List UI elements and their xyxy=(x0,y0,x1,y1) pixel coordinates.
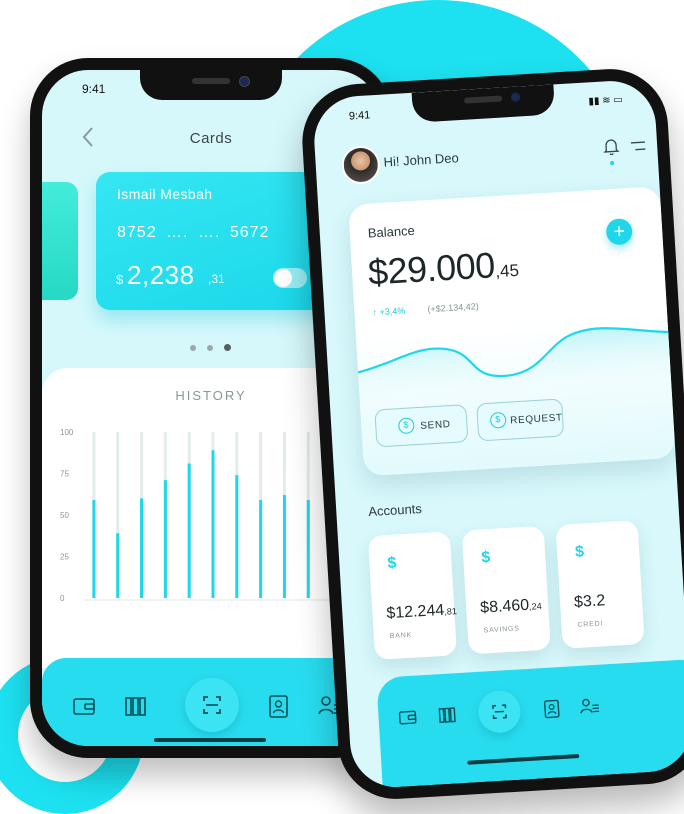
account-label: SAVINGS xyxy=(483,625,520,634)
account-amount-main: $12.244 xyxy=(386,602,445,622)
tab-bar xyxy=(376,658,684,787)
scan-icon xyxy=(477,689,521,733)
card-number: 8752 …. …. 5672 xyxy=(117,224,269,242)
history-bar[interactable] xyxy=(307,500,310,598)
account-amount-main: $3.2 xyxy=(574,592,606,611)
history-chart: 100 75 50 25 0 xyxy=(60,418,360,618)
history-bar[interactable] xyxy=(92,500,95,598)
contacts-icon[interactable] xyxy=(264,692,292,720)
send-label: SEND xyxy=(420,419,451,432)
account-amount: $12.244,81 xyxy=(386,601,457,623)
account-amount-cents: ,81 xyxy=(444,606,457,617)
history-bar[interactable] xyxy=(116,533,119,598)
dollar-icon: $ xyxy=(481,549,491,567)
books-icon[interactable] xyxy=(436,703,459,726)
wallet-icon[interactable] xyxy=(70,692,98,720)
card-amount: 2,238 xyxy=(127,260,195,291)
card-number-end: 5672 xyxy=(230,224,270,241)
home-indicator[interactable] xyxy=(154,738,266,742)
balance-change-value: (+$2.134,42) xyxy=(427,301,479,314)
wallet-icon[interactable] xyxy=(396,706,419,729)
contacts-icon[interactable] xyxy=(540,697,563,720)
card-toggle[interactable] xyxy=(273,268,307,288)
profile-list-icon[interactable] xyxy=(578,695,601,718)
dollar-icon: $ xyxy=(575,543,585,561)
home-screen: 9:41 ▮▮ ≋ ▭ Hi! John Deo Balance $29.000… xyxy=(312,78,684,789)
scan-button[interactable] xyxy=(185,678,239,732)
notification-dot xyxy=(610,161,614,165)
arrow-up-icon: ↑ xyxy=(372,307,377,317)
history-bar[interactable] xyxy=(188,464,191,598)
avatar[interactable] xyxy=(341,145,381,185)
send-button[interactable]: $ SEND xyxy=(374,404,468,447)
previous-card-peek[interactable] xyxy=(42,182,78,300)
status-icons: ▮▮ ≋ ▭ xyxy=(588,94,623,107)
balance-cents: ,45 xyxy=(495,261,520,282)
y-tick-label: 100 xyxy=(60,428,74,437)
dollar-icon: $ xyxy=(387,555,397,573)
history-bar[interactable] xyxy=(164,480,167,598)
scan-button[interactable] xyxy=(477,689,521,733)
tab-bar xyxy=(42,658,380,746)
hand-dollar-icon: $ xyxy=(490,412,507,429)
history-bar[interactable] xyxy=(140,498,143,598)
pager-dot-active[interactable] xyxy=(224,344,231,351)
y-tick-label: 0 xyxy=(60,594,65,603)
pager-dot[interactable] xyxy=(207,345,213,351)
card-holder: Ismail Mesbah xyxy=(117,186,212,202)
notch xyxy=(412,84,556,122)
credit-card[interactable]: Ismail Mesbah 8752 …. …. 5672 $ 2,238 ,3… xyxy=(96,172,328,310)
pager-dot[interactable] xyxy=(190,345,196,351)
y-tick-label: 50 xyxy=(60,511,69,520)
account-amount-main: $8.460 xyxy=(480,597,530,617)
balance-amount: $29.000 xyxy=(367,244,496,293)
toggle-knob xyxy=(274,269,292,287)
status-time: 9:41 xyxy=(82,82,105,96)
history-bar[interactable] xyxy=(259,500,262,598)
y-tick-label: 75 xyxy=(60,470,69,479)
books-icon[interactable] xyxy=(122,692,150,720)
scan-icon xyxy=(185,678,239,732)
card-pager xyxy=(190,338,242,356)
card-cents: ,31 xyxy=(208,272,225,286)
account-card-bank[interactable]: $ $12.244,81 BANK xyxy=(368,531,457,660)
account-amount-cents: ,24 xyxy=(529,601,542,612)
greeting: Hi! John Deo xyxy=(383,150,459,169)
history-bar[interactable] xyxy=(235,475,238,598)
bell-icon[interactable] xyxy=(603,137,620,156)
request-button[interactable]: $ REQUEST xyxy=(476,398,564,441)
account-card-credit[interactable]: $ $3.2 CREDI xyxy=(555,520,644,649)
y-tick-label: 25 xyxy=(60,553,69,562)
account-card-savings[interactable]: $ $8.460,24 SAVINGS xyxy=(462,526,551,655)
status-time: 9:41 xyxy=(349,109,371,122)
account-amount: $8.460,24 xyxy=(480,596,542,618)
card-currency: $ xyxy=(116,272,123,287)
dollar-circle-icon: $ xyxy=(398,417,415,434)
change-percent-text: +3,4% xyxy=(379,306,405,318)
history-bar[interactable] xyxy=(212,450,215,598)
add-button[interactable]: + xyxy=(605,218,632,245)
account-amount: $3.2 xyxy=(574,592,606,612)
balance-card: Balance $29.000 ,45 ↑ +3,4% (+$2.134,42)… xyxy=(348,186,676,476)
card-number-mask: …. …. xyxy=(166,224,220,241)
accounts-title: Accounts xyxy=(368,501,422,519)
balance-label: Balance xyxy=(367,223,415,241)
menu-icon[interactable] xyxy=(630,139,647,154)
account-label: BANK xyxy=(390,632,413,640)
account-label: CREDI xyxy=(577,620,603,629)
phone-home: 9:41 ▮▮ ≋ ▭ Hi! John Deo Balance $29.000… xyxy=(299,66,684,802)
notch xyxy=(140,70,282,100)
balance-change-percent: ↑ +3,4% xyxy=(372,306,405,318)
home-indicator[interactable] xyxy=(467,754,579,765)
card-number-start: 8752 xyxy=(117,224,157,241)
history-bar[interactable] xyxy=(283,495,286,598)
balance-trend-line xyxy=(355,310,671,400)
request-label: REQUEST xyxy=(510,412,563,426)
